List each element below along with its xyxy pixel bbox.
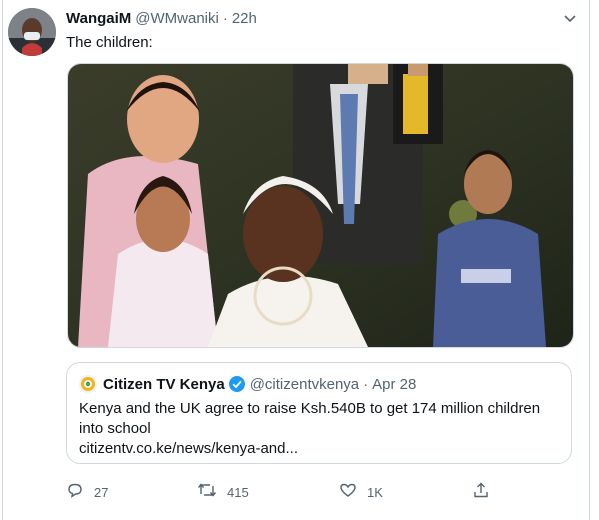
- tweet-photo[interactable]: [67, 63, 574, 348]
- like-button[interactable]: 1K: [339, 480, 383, 504]
- quoted-tweet-link[interactable]: citizentv.co.ke/news/kenya-and...: [79, 440, 298, 457]
- separator-dot: ·: [222, 9, 228, 27]
- quoted-timestamp: Apr 28: [372, 375, 417, 393]
- tweet-text: The children:: [66, 34, 153, 51]
- tweet-header: WangaiM @WMwaniki · 22h: [66, 8, 257, 28]
- quoted-tweet-text: Kenya and the UK agree to raise Ksh.540B…: [79, 400, 541, 437]
- quoted-tweet-header: Citizen TV Kenya @citizentvkenya · Apr 2…: [79, 373, 416, 395]
- quoted-separator-dot: ·: [363, 375, 369, 393]
- timeline-right-border: [589, 0, 590, 520]
- tweet[interactable]: WangaiM @WMwaniki · 22h The children: Ci…: [0, 0, 599, 520]
- verified-badge-icon: [228, 375, 246, 393]
- reply-count: 27: [94, 484, 109, 500]
- quoted-author-name: Citizen TV Kenya: [103, 375, 225, 393]
- author-handle[interactable]: @WMwaniki: [135, 10, 219, 27]
- quoted-tweet[interactable]: Citizen TV Kenya @citizentvkenya · Apr 2…: [66, 362, 572, 464]
- retweet-button[interactable]: 415: [197, 480, 249, 504]
- quoted-author-handle: @citizentvkenya: [249, 375, 360, 393]
- chevron-down-icon[interactable]: [558, 6, 582, 30]
- author-name[interactable]: WangaiM: [66, 10, 131, 27]
- timestamp[interactable]: 22h: [232, 10, 257, 27]
- tweet-actions: 27 415 1K: [66, 480, 506, 504]
- retweet-count: 415: [227, 484, 249, 500]
- share-icon: [472, 481, 490, 504]
- like-count: 1K: [367, 484, 383, 500]
- timeline-left-border: [2, 0, 3, 520]
- quoted-avatar: [79, 375, 97, 393]
- retweet-icon: [197, 481, 217, 504]
- avatar[interactable]: [8, 8, 56, 56]
- reply-icon: [66, 481, 84, 504]
- like-icon: [339, 481, 357, 504]
- share-button[interactable]: [472, 480, 490, 504]
- reply-button[interactable]: 27: [66, 480, 108, 504]
